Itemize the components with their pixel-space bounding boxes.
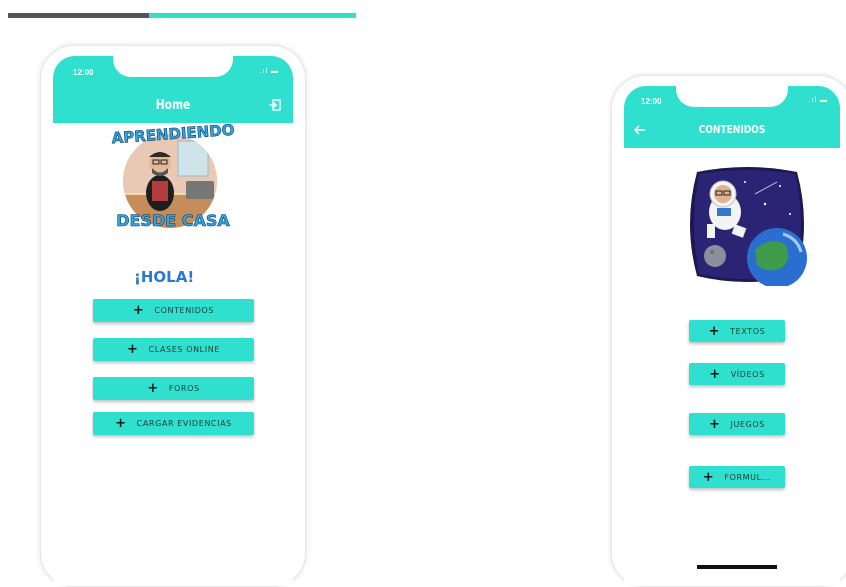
plus-icon: + bbox=[709, 366, 721, 382]
button-label: JUEGOS bbox=[730, 419, 765, 429]
foros-button[interactable]: + FOROS bbox=[93, 377, 254, 400]
signal-battery-icon: .ıl ▬ bbox=[259, 68, 279, 75]
home-screen: 12:00 .ıl ▬ Home APRENDIENDO DESDE CASA … bbox=[53, 56, 293, 586]
phone-home: 12:00 .ıl ▬ Home APRENDIENDO DESDE CASA … bbox=[40, 45, 306, 587]
clases-online-button[interactable]: + CLASES ONLINE bbox=[93, 338, 254, 361]
logo-bottom-text: DESDE CASA bbox=[116, 211, 230, 231]
plus-icon: + bbox=[702, 469, 715, 485]
plus-icon: + bbox=[115, 416, 127, 431]
contenidos-appbar: 12:00 .ıl ▬ CONTENIDOS bbox=[624, 86, 840, 148]
greeting-heading: ¡HOLA! bbox=[134, 268, 195, 286]
videos-button[interactable]: + VÍDEOS bbox=[689, 363, 785, 385]
button-label: CONTENIDOS bbox=[154, 306, 215, 315]
plus-icon: + bbox=[127, 342, 139, 357]
page-title: Home bbox=[155, 98, 191, 113]
phone-contenidos: 12:00 .ıl ▬ CONTENIDOS + TEXTOS + VÍDEOS… bbox=[611, 75, 846, 587]
plus-icon: + bbox=[708, 323, 721, 339]
progress-bar bbox=[8, 13, 356, 18]
logout-icon[interactable] bbox=[269, 99, 281, 111]
juegos-button[interactable]: + JUEGOS bbox=[689, 413, 785, 435]
plus-icon: + bbox=[132, 303, 145, 318]
textos-button[interactable]: + TEXTOS bbox=[689, 320, 785, 342]
astronaut-earth-image bbox=[690, 167, 807, 286]
button-label: CARGAR EVIDENCIAS bbox=[136, 419, 232, 428]
formularios-button[interactable]: + FORMUL... bbox=[689, 466, 785, 488]
aprendiendo-logo: APRENDIENDO DESDE CASA bbox=[108, 120, 238, 243]
button-label: VÍDEOS bbox=[730, 369, 765, 379]
home-appbar: 12:00 .ıl ▬ Home bbox=[53, 56, 293, 123]
status-time: 12:00 bbox=[73, 68, 94, 77]
plus-icon: + bbox=[709, 416, 721, 432]
contenidos-button[interactable]: + CONTENIDOS bbox=[93, 299, 254, 322]
signal-battery-icon: .ıl ▬ bbox=[808, 97, 828, 104]
button-label: FOROS bbox=[168, 384, 200, 393]
button-label: FORMUL... bbox=[724, 472, 772, 482]
plus-icon: + bbox=[147, 381, 159, 396]
cargar-evidencias-button[interactable]: + CARGAR EVIDENCIAS bbox=[93, 412, 254, 435]
progress-bar-fill bbox=[149, 13, 356, 18]
status-time: 12:00 bbox=[641, 97, 662, 106]
button-label: CLASES ONLINE bbox=[148, 345, 220, 354]
contenidos-screen: 12:00 .ıl ▬ CONTENIDOS + TEXTOS + VÍDEOS… bbox=[624, 86, 840, 586]
page-title: CONTENIDOS bbox=[698, 123, 766, 136]
notch bbox=[113, 56, 233, 77]
notch bbox=[676, 86, 788, 107]
button-label: TEXTOS bbox=[730, 326, 766, 336]
home-indicator bbox=[697, 565, 777, 569]
